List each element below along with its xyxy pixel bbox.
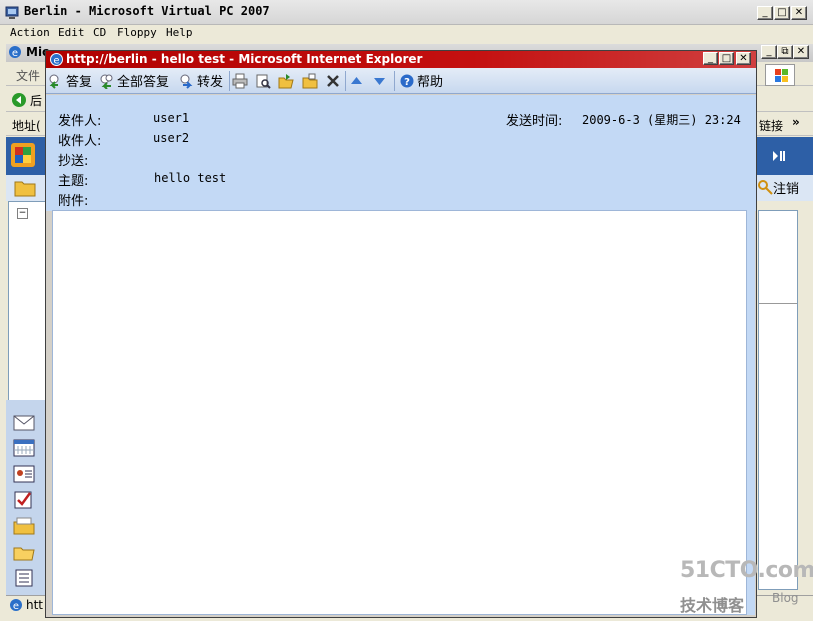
key-icon xyxy=(758,180,773,195)
windows-logo xyxy=(765,64,795,86)
page-icon: e xyxy=(10,599,22,612)
ie-icon: e xyxy=(50,53,63,67)
copy-to-folder-icon[interactable] xyxy=(302,73,318,89)
toolbar-separator xyxy=(229,71,230,91)
reply-all-icon xyxy=(100,74,113,89)
chevron-right-icon[interactable]: » xyxy=(792,115,800,129)
sent-value: 2009-6-3 (星期三) 23:24 xyxy=(582,113,741,127)
forward-icon xyxy=(180,74,193,89)
reply-all-label: 全部答复 xyxy=(117,75,170,90)
public-folders-icon[interactable] xyxy=(12,516,36,536)
links-label[interactable]: 链接 xyxy=(759,117,783,134)
svg-text:e: e xyxy=(12,48,18,59)
folder-icon[interactable] xyxy=(14,178,36,198)
status-text: htt xyxy=(26,598,44,612)
bg-minimize-button[interactable]: _ xyxy=(761,45,777,59)
vpc-minimize-button[interactable]: _ xyxy=(757,6,773,20)
pane-divider xyxy=(759,303,797,304)
watermark-brand: 51CTO.com xyxy=(680,558,813,583)
attachments-label: 附件: xyxy=(58,194,89,209)
watermark: 51CTO.com 技术博客 Blog xyxy=(680,558,813,618)
from-value[interactable]: user1 xyxy=(153,111,189,125)
forward-label: 转发 xyxy=(197,75,224,90)
move-to-folder-icon[interactable] xyxy=(278,73,294,89)
svg-text:e: e xyxy=(13,601,19,612)
ie-window-title: http://berlin - hello test - Microsoft I… xyxy=(66,52,423,66)
folders-icon[interactable] xyxy=(12,542,36,562)
menu-action[interactable]: Action xyxy=(10,26,50,39)
virtual-pc-icon xyxy=(5,6,19,19)
reply-label: 答复 xyxy=(66,75,93,90)
vpc-close-button[interactable]: ✕ xyxy=(791,6,807,20)
from-label: 发件人: xyxy=(58,114,102,129)
reply-button[interactable]: 答复 xyxy=(48,70,92,91)
subject-value: hello test xyxy=(154,171,227,185)
find-contact-icon[interactable] xyxy=(255,73,271,89)
help-button[interactable]: ? 帮助 xyxy=(399,70,443,91)
toolbar-separator xyxy=(345,71,346,91)
menu-floppy[interactable]: Floppy xyxy=(117,26,157,39)
rules-icon[interactable] xyxy=(12,568,36,588)
message-body[interactable] xyxy=(52,210,747,615)
calendar-icon[interactable] xyxy=(12,438,36,458)
inbox-icon[interactable] xyxy=(12,412,36,432)
delete-icon[interactable] xyxy=(325,73,341,89)
print-icon[interactable] xyxy=(232,73,248,89)
next-pane-icon[interactable] xyxy=(771,149,787,163)
menu-cd[interactable]: CD xyxy=(93,26,106,39)
forward-button[interactable]: 转发 xyxy=(179,70,223,91)
address-label: 地址( xyxy=(12,119,41,133)
vpc-maximize-button[interactable]: □ xyxy=(774,6,790,20)
next-item-icon[interactable] xyxy=(373,75,386,87)
ie-maximize-button[interactable]: □ xyxy=(719,52,734,65)
svg-text:?: ? xyxy=(404,77,410,88)
owa-shortcut-bar xyxy=(6,400,46,595)
ie-icon: e xyxy=(9,46,21,59)
menu-edit[interactable]: Edit xyxy=(58,26,85,39)
back-button-label[interactable]: 后 xyxy=(30,92,42,109)
svg-text:e: e xyxy=(53,56,59,67)
folder-tree-pane: − xyxy=(8,201,48,409)
cc-label: 抄送: xyxy=(58,154,89,169)
back-arrow-icon[interactable] xyxy=(11,92,27,108)
help-icon: ? xyxy=(400,74,414,88)
ie-minimize-button[interactable]: _ xyxy=(703,52,718,65)
bg-restore-button[interactable]: ⧉ xyxy=(777,45,793,59)
to-value[interactable]: user2 xyxy=(153,131,189,145)
menu-help[interactable]: Help xyxy=(166,26,193,39)
window-right-edge xyxy=(747,210,755,615)
watermark-blog: Blog xyxy=(772,591,799,605)
bg-close-button[interactable]: ✕ xyxy=(793,45,809,59)
reply-icon xyxy=(49,74,59,89)
watermark-tagline: 技术博客 xyxy=(680,596,745,615)
reply-all-button[interactable]: 全部答复 xyxy=(99,70,169,91)
help-label: 帮助 xyxy=(417,75,444,90)
reading-pane-edge xyxy=(758,210,798,590)
vpc-window-title: Berlin - Microsoft Virtual PC 2007 xyxy=(24,4,270,18)
bg-menu-file[interactable]: 文件 xyxy=(16,67,40,84)
outlook-logo-icon xyxy=(11,143,35,167)
logoff-link[interactable]: 注销 xyxy=(773,178,799,197)
previous-item-icon[interactable] xyxy=(350,75,363,87)
sent-label: 发送时间: xyxy=(506,114,563,129)
subject-label: 主题: xyxy=(58,174,89,189)
ie-close-button[interactable]: ✕ xyxy=(736,52,751,65)
collapse-toggle-icon[interactable]: − xyxy=(17,208,28,219)
contacts-icon[interactable] xyxy=(12,464,36,484)
to-label: 收件人: xyxy=(58,134,102,149)
tasks-icon[interactable] xyxy=(12,490,36,510)
toolbar-separator xyxy=(394,71,395,91)
